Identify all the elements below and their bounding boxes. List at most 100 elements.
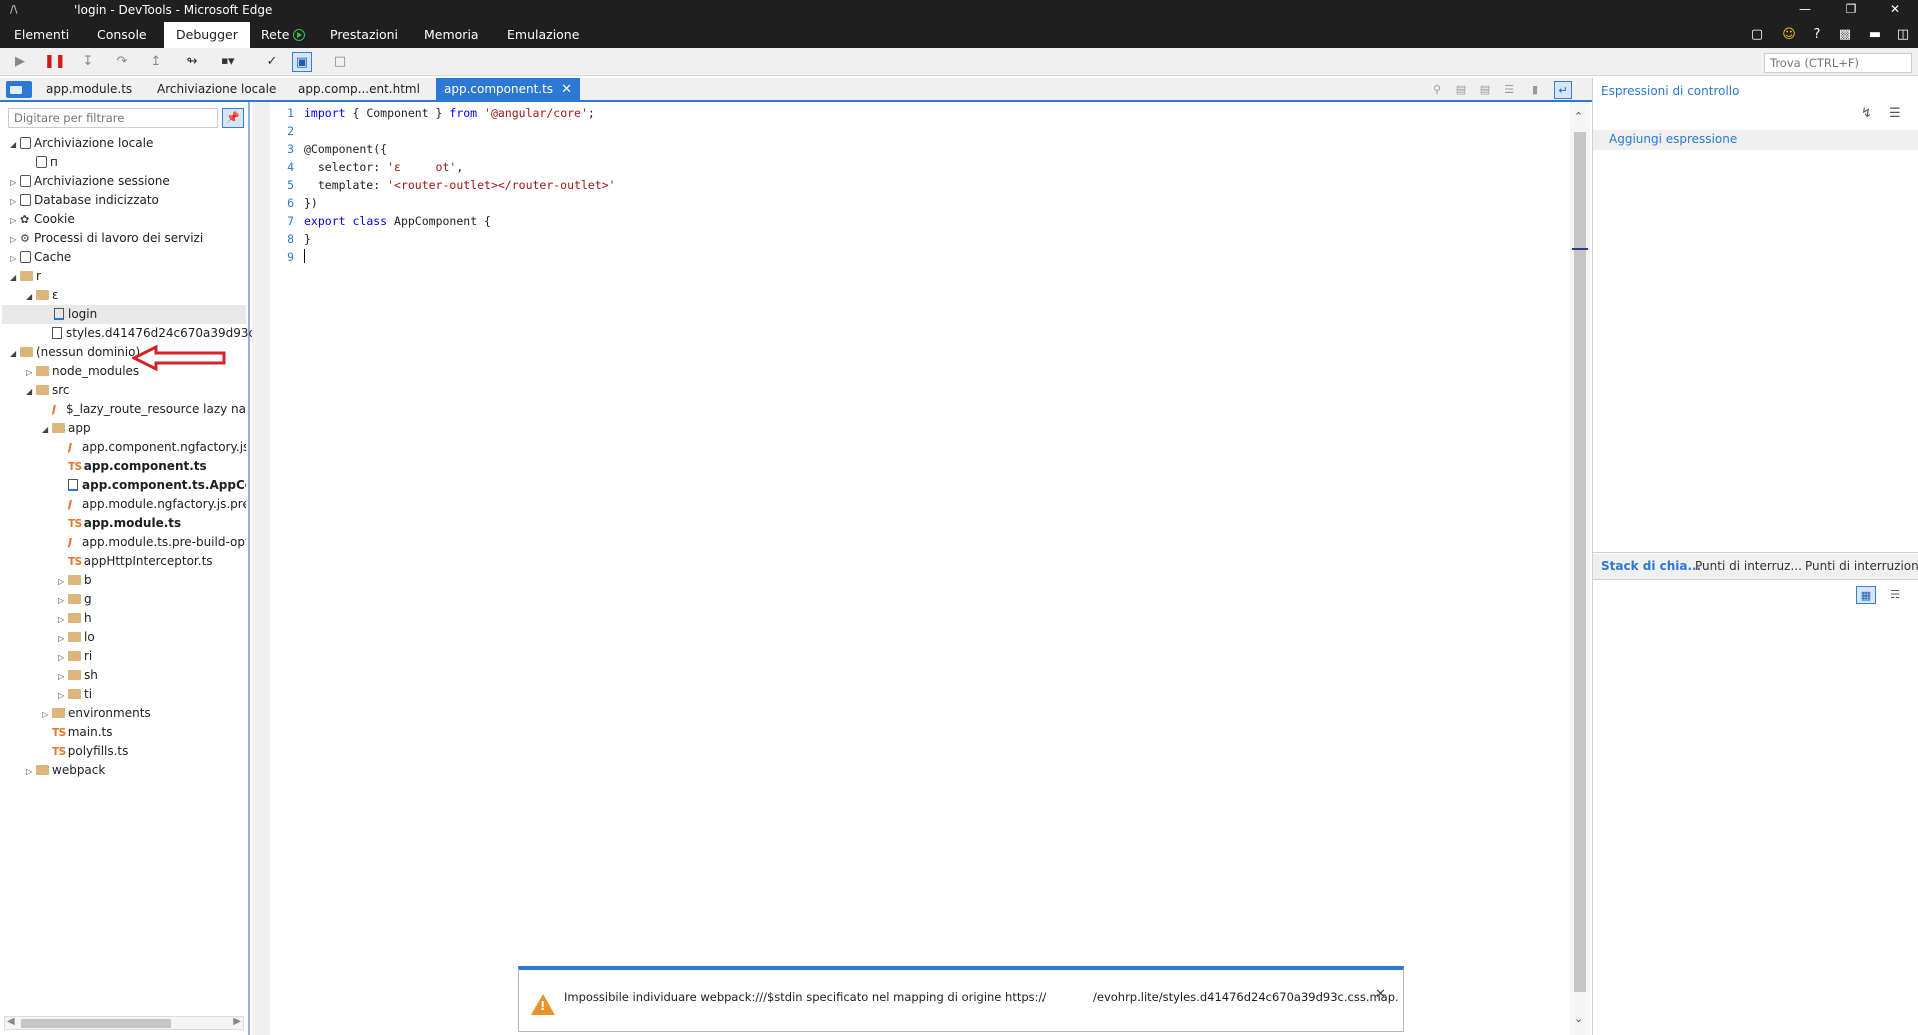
tree-node-environments[interactable]: ▷ environments xyxy=(42,704,151,723)
exception-behavior-icon[interactable]: ⏹▾ xyxy=(218,52,238,72)
close-window-icon[interactable]: ✕ xyxy=(1880,2,1910,16)
tree-node-main-ts[interactable]: TS main.ts xyxy=(52,723,113,742)
tab-debugger[interactable]: Debugger xyxy=(164,22,250,48)
disable-breakpoints-icon[interactable]: ✓ xyxy=(262,52,282,72)
tree-node-app-module-ngfactory[interactable]: Japp.module.ngfactory.js.pre-build-optim… xyxy=(68,495,246,514)
close-icon[interactable]: ✕ xyxy=(1375,987,1386,1002)
tree-node-storage-item[interactable]: п xyxy=(26,153,58,172)
word-wrap-icon[interactable]: ↵ xyxy=(1554,81,1572,99)
find-references-icon[interactable]: ⚲ xyxy=(1428,81,1446,99)
profile-icon[interactable]: ▮ xyxy=(1526,81,1544,99)
tab-call-stack[interactable]: Stack di chia... xyxy=(1601,559,1701,573)
filetab-app-component-ts[interactable]: app.component.ts ✕ xyxy=(436,78,580,100)
minimize-icon[interactable]: — xyxy=(1790,2,1820,16)
tree-node-folder-ti[interactable]: ▷ ti xyxy=(58,685,92,704)
tree-node-app-component-ngfactory[interactable]: Japp.component.ngfactory.js.pre-build-op… xyxy=(68,438,246,457)
tree-node-subfolder[interactable]: ◢ ε xyxy=(26,286,59,305)
filter-input[interactable] xyxy=(8,108,218,128)
tree-node-lazy-route[interactable]: J $_lazy_route_resource lazy namespace xyxy=(52,400,246,419)
tab-breakpoints[interactable]: Punti di interruz... xyxy=(1695,559,1802,573)
add-expression-button[interactable]: Aggiungi espressione xyxy=(1593,130,1918,150)
pause-icon[interactable]: ❚❚ xyxy=(44,52,66,72)
console-drawer-icon[interactable]: ▢ xyxy=(1748,26,1766,44)
find-input[interactable] xyxy=(1764,53,1912,73)
tab-event-breakpoints[interactable]: Punti di interruzione... xyxy=(1805,559,1918,573)
tab-console[interactable]: Console xyxy=(85,22,159,48)
tree-node-src[interactable]: ◢ src xyxy=(26,381,70,400)
add-expression-label: Aggiungi espressione xyxy=(1609,132,1738,146)
tree-node-styles-css[interactable]: styles.d41476d24c670a39d93c.css xyxy=(52,324,278,343)
tree-node-folder-sh[interactable]: ▷ sh xyxy=(58,666,98,685)
code-editor[interactable]: 1 import { Component } from '@angular/cor… xyxy=(270,102,1570,1035)
add-watch-icon[interactable]: ↯ xyxy=(1861,106,1872,121)
storage-icon xyxy=(20,137,31,149)
restore-icon[interactable]: ❐ xyxy=(1836,2,1866,16)
source-maps-toggle-icon[interactable]: ▣ xyxy=(292,52,312,72)
scrollbar-thumb[interactable] xyxy=(1574,132,1586,992)
library-code-icon[interactable]: ☴ xyxy=(1885,586,1905,604)
tree-node-folder-b[interactable]: ▷ b xyxy=(58,571,92,590)
tree-node-app-component-html[interactable]: app.component.ts.AppComponent.html xyxy=(68,476,246,495)
tree-node-login[interactable]: login xyxy=(2,305,246,324)
tree-node-cache[interactable]: ▷ Cache xyxy=(10,248,71,267)
feedback-smiley-icon[interactable]: ☺ xyxy=(1780,26,1798,44)
scroll-right-icon[interactable]: ▶ xyxy=(233,1016,241,1027)
panel-divider[interactable] xyxy=(1593,552,1918,553)
tree-node-app-component-ts[interactable]: TS app.component.ts xyxy=(68,457,246,476)
tree-node-folder-ri[interactable]: ▷ ri xyxy=(58,647,92,666)
tab-prestazioni[interactable]: Prestazioni xyxy=(318,22,410,48)
step-out-icon[interactable]: ↥ xyxy=(146,52,166,72)
step-over-icon[interactable]: ↷ xyxy=(112,52,132,72)
filetab-app-module[interactable]: app.module.ts xyxy=(38,78,140,100)
tree-node-polyfills-ts[interactable]: TS polyfills.ts xyxy=(52,742,128,761)
scroll-up-icon[interactable]: ⌃ xyxy=(1574,110,1583,123)
save-icon[interactable]: ▤ xyxy=(1452,81,1470,99)
tree-node-app-module-prebuild[interactable]: Japp.module.ts.pre-build-optimizer.js xyxy=(68,533,246,552)
undock-icon[interactable]: ▩ xyxy=(1836,26,1854,44)
break-on-new-worker-icon[interactable]: ↬ xyxy=(182,52,202,72)
folder-icon xyxy=(36,366,49,376)
document-icon[interactable]: ▤ xyxy=(1476,81,1494,99)
tab-rete[interactable]: Rete xyxy=(249,22,317,48)
open-document-icon[interactable] xyxy=(6,81,32,98)
tree-label: appHttpInterceptor.ts xyxy=(83,554,213,568)
tree-node-service-workers[interactable]: ▷ ⚙ Processi di lavoro dei servizi xyxy=(10,229,203,248)
tree-node-webpack[interactable]: ▷ webpack xyxy=(26,761,105,780)
delete-all-watches-icon[interactable]: ☰ xyxy=(1889,106,1901,121)
tree-node-node-modules[interactable]: ▷ node_modules xyxy=(26,362,139,381)
tree-node-folder-g[interactable]: ▷ g xyxy=(58,590,92,609)
filetab-app-component-html[interactable]: app.comp...ent.html xyxy=(290,78,428,100)
help-icon[interactable]: ? xyxy=(1808,26,1826,44)
tree-node-folder-lo[interactable]: ▷ lo xyxy=(58,628,95,647)
pretty-print-icon[interactable]: ☰ xyxy=(1500,81,1518,99)
scrollbar-thumb[interactable] xyxy=(21,1019,171,1028)
tree-node-cookie[interactable]: ▷ ✿ Cookie xyxy=(10,210,75,229)
tree-node-archiviazione-locale[interactable]: ◢ Archiviazione locale xyxy=(10,134,153,153)
tab-memoria[interactable]: Memoria xyxy=(412,22,491,48)
continue-icon[interactable]: ▶ xyxy=(10,52,30,72)
tree-node-app-module-ts[interactable]: TS app.module.ts xyxy=(68,514,246,533)
tree-node-folder-h[interactable]: ▷ h xyxy=(58,609,92,628)
tree-node-archiviazione-sessione[interactable]: ▷ Archiviazione sessione xyxy=(10,172,170,191)
pin-icon[interactable]: 📌 xyxy=(222,108,244,128)
scroll-down-icon[interactable]: ⌄ xyxy=(1574,1012,1583,1025)
show-frames-icon[interactable]: ▦ xyxy=(1856,586,1876,604)
tree-node-domain[interactable]: ◢ r xyxy=(10,267,41,286)
code-line-7: 7 export class AppComponent { xyxy=(270,212,491,230)
close-tab-icon[interactable]: ✕ xyxy=(561,82,572,97)
tree-node-http-interceptor[interactable]: TS appHttpInterceptor.ts xyxy=(68,552,246,571)
dock-right-icon[interactable]: ◫ xyxy=(1894,26,1912,44)
splitter[interactable] xyxy=(252,102,270,1035)
dock-bottom-icon[interactable]: ▬ xyxy=(1866,26,1884,44)
horizontal-scrollbar[interactable]: ◀ ▶ xyxy=(4,1016,244,1030)
tree-node-app[interactable]: ◢ app xyxy=(42,419,91,438)
tree-node-database[interactable]: ▷ Database indicizzato xyxy=(10,191,159,210)
tab-elementi[interactable]: Elementi xyxy=(2,22,81,48)
step-into-icon[interactable]: ↧ xyxy=(78,52,98,72)
comment-icon[interactable]: □ xyxy=(330,52,350,72)
tree-node-nessun-dominio[interactable]: ◢ (nessun dominio) xyxy=(10,343,140,362)
filetab-archiviazione-locale[interactable]: Archiviazione locale xyxy=(149,78,284,100)
vertical-scrollbar[interactable]: ⌃ ⌄ xyxy=(1570,102,1590,1035)
tab-emulazione[interactable]: Emulazione xyxy=(495,22,591,48)
scroll-left-icon[interactable]: ◀ xyxy=(7,1016,15,1027)
